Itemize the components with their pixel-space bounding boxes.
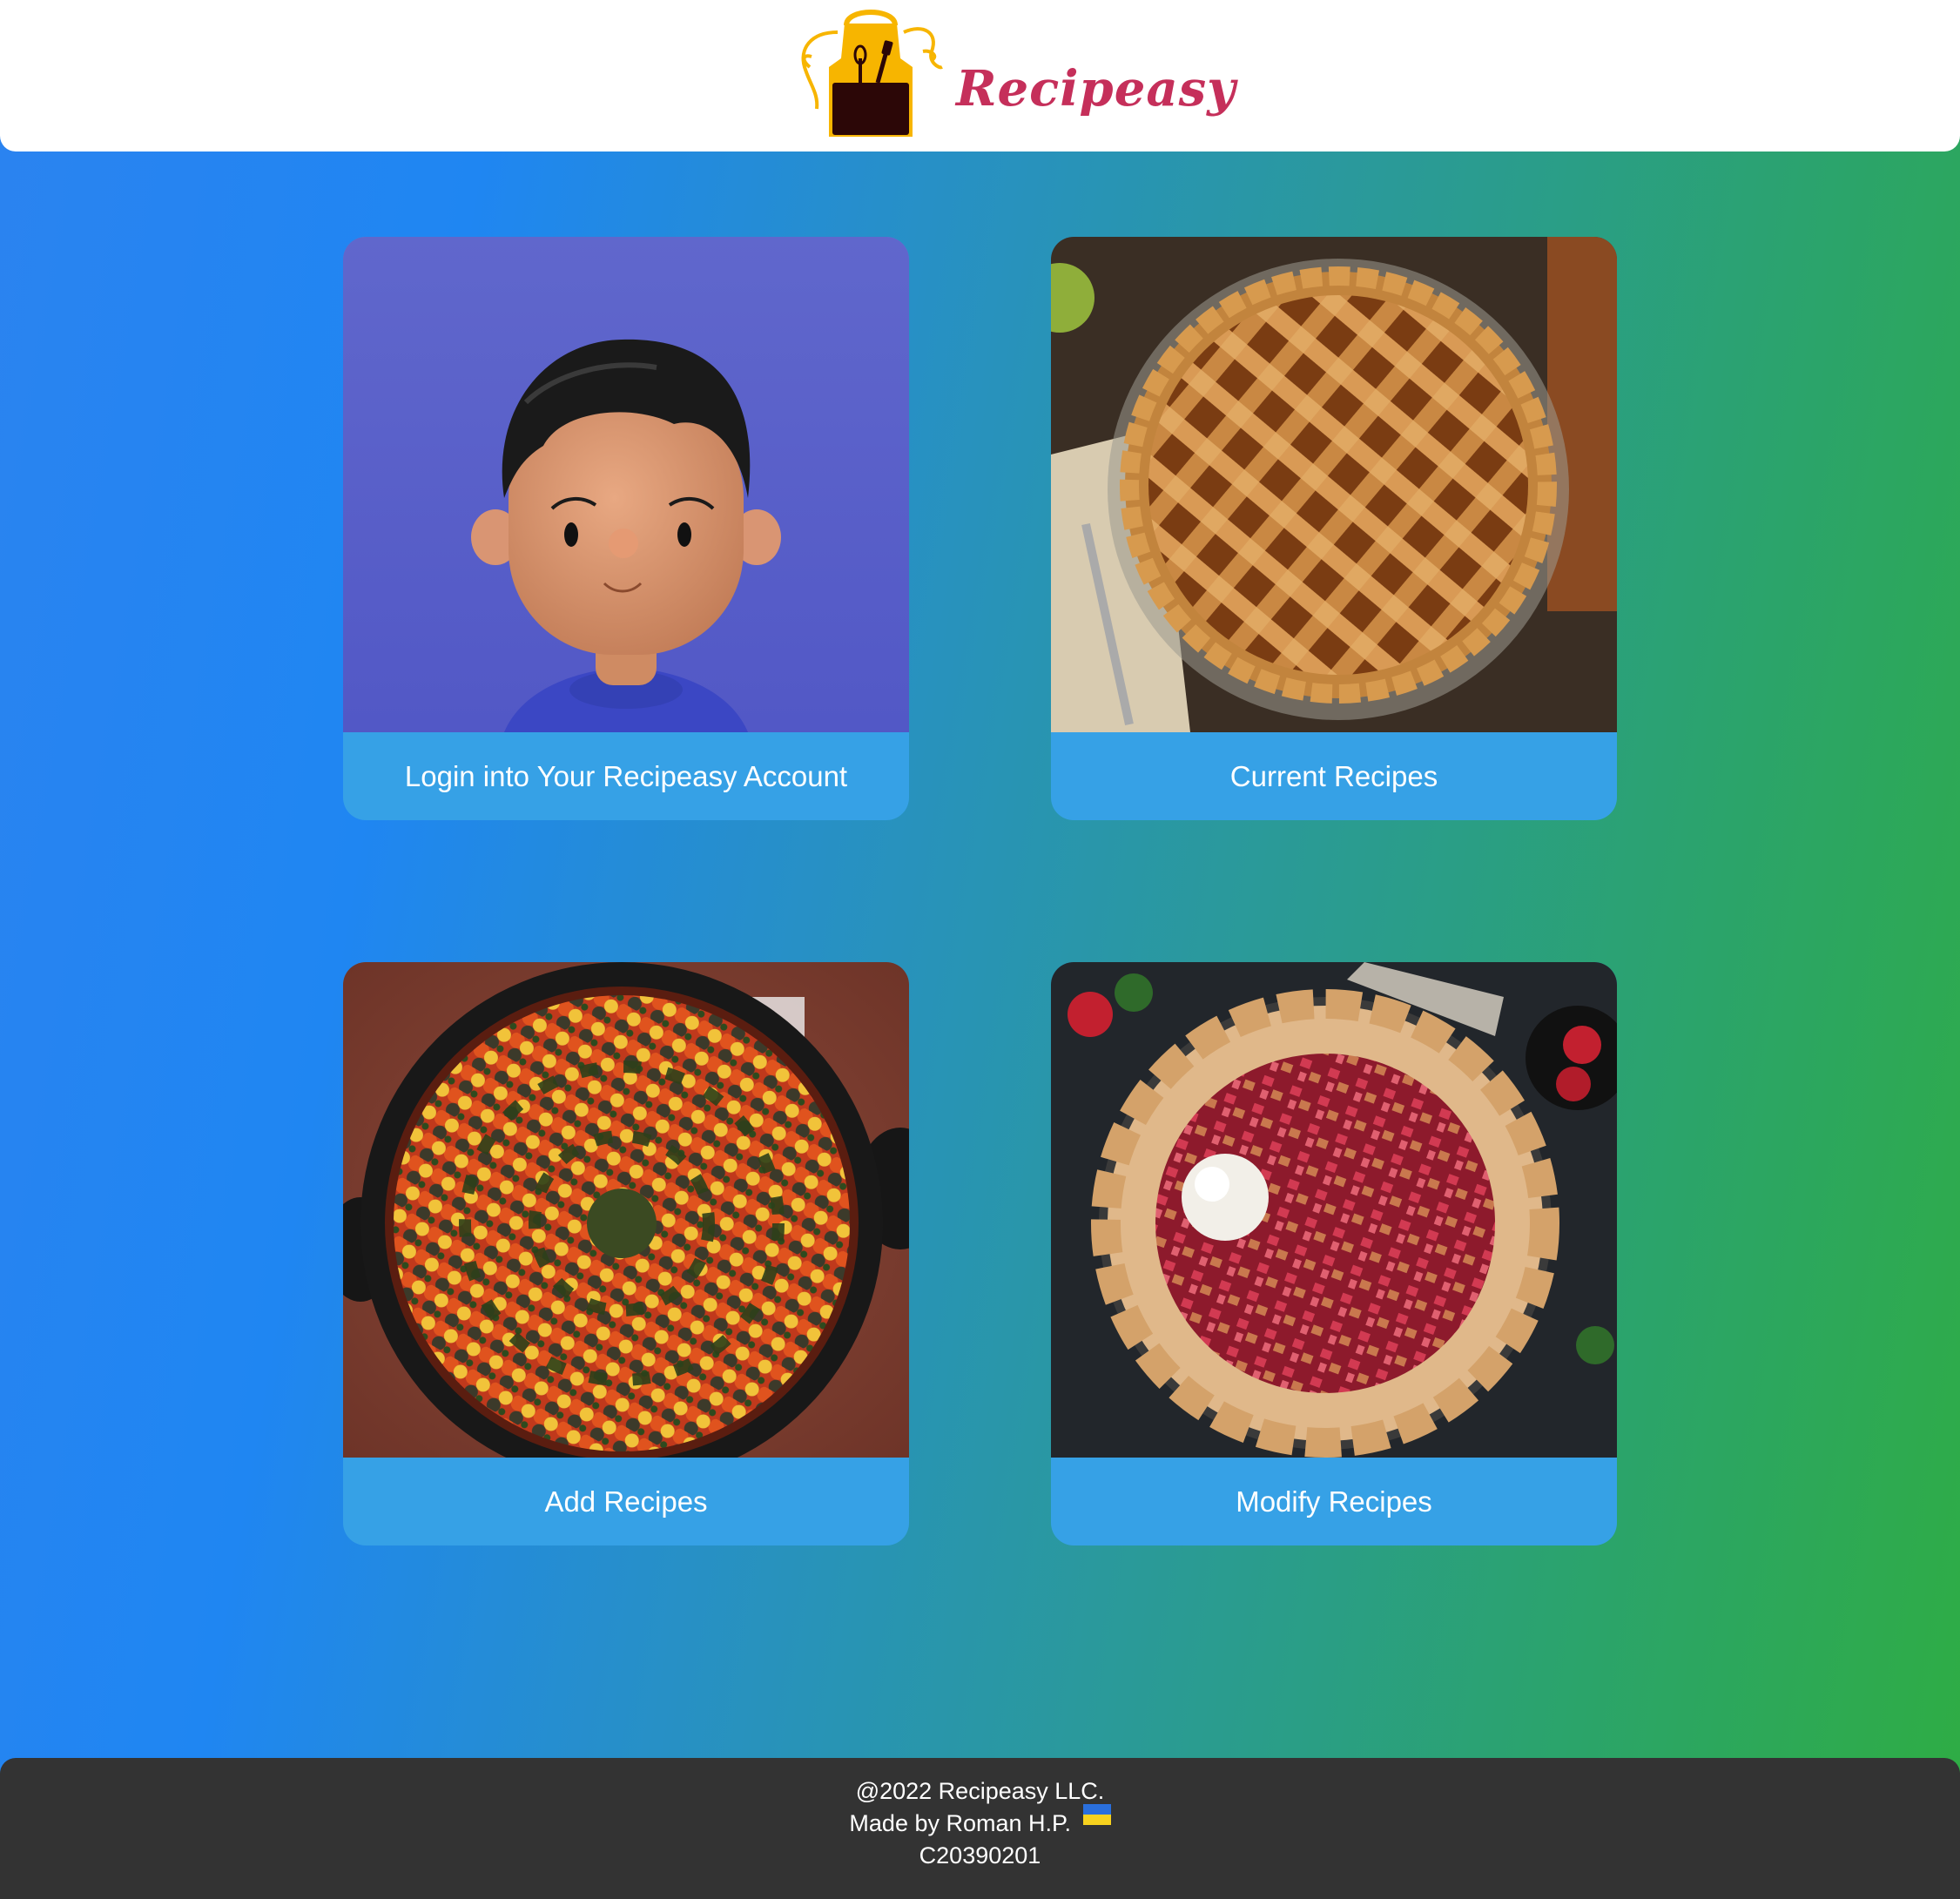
add-recipes-card[interactable]: Add Recipes [343,962,909,1545]
add-recipes-label: Add Recipes [544,1485,708,1518]
copyright-text: @2022 Recipeasy LLC. [855,1778,1105,1804]
modify-recipes-card[interactable]: Modify Recipes [1051,962,1617,1545]
footer-code: C20390201 [919,1842,1041,1869]
current-recipes-label: Current Recipes [1229,759,1438,792]
login-card-label: Login into Your Recipeasy Account [404,759,848,792]
made-by-line: Made by Roman H.P. [0,1804,1960,1840]
apron-kitchen-tools-icon [792,6,949,145]
modify-recipes-label: Modify Recipes [1236,1485,1432,1518]
login-card[interactable]: Login into Your Recipeasy Account [343,237,909,820]
site-header: Recipeasy [0,0,1960,152]
avatar-image [343,237,909,732]
brand-logo[interactable]: Recipeasy [792,0,1236,152]
site-footer: @2022 Recipeasy LLC. Made by Roman H.P. … [0,1758,1960,1899]
galette-image [1051,962,1617,1458]
made-by-text: Made by Roman H.P. [849,1810,1072,1836]
ukraine-flag-icon [1082,1801,1111,1834]
brand-name: Recipeasy [956,60,1236,118]
apple-pie-image [1051,237,1617,732]
current-recipes-card[interactable]: Current Recipes [1051,237,1617,820]
ratatouille-image [343,962,909,1458]
